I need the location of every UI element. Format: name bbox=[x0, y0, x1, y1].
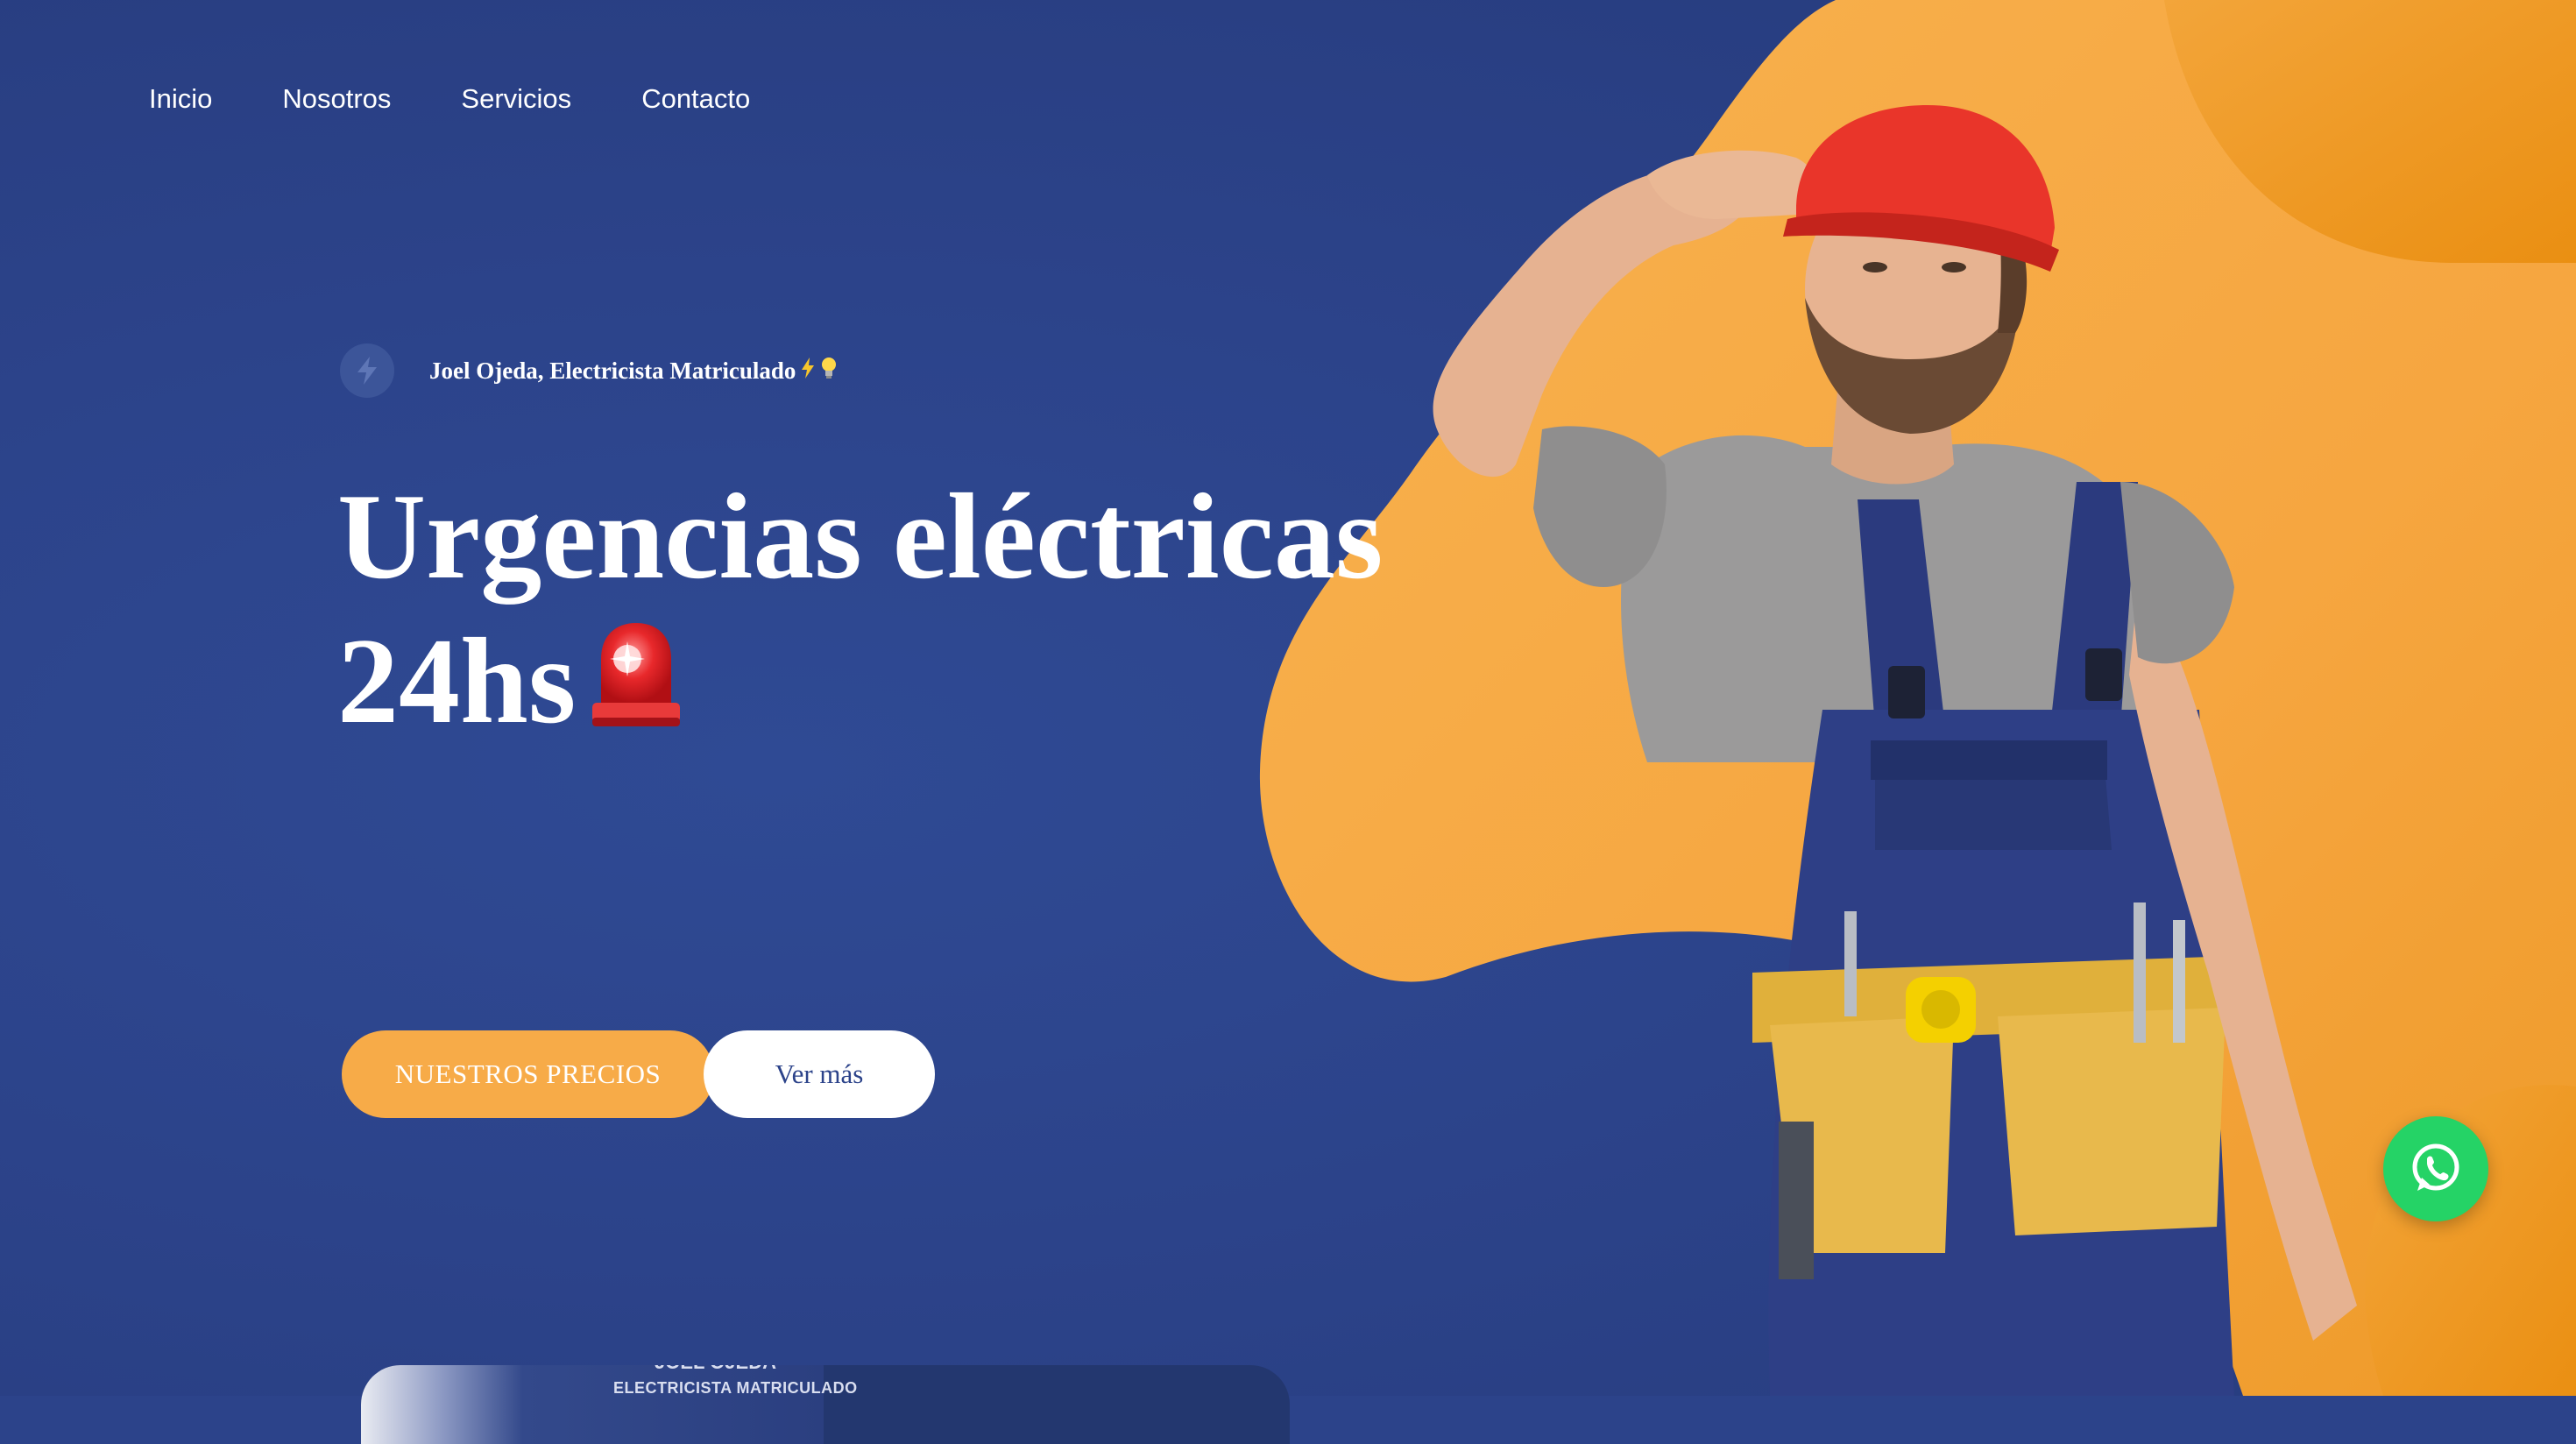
ver-mas-button[interactable]: Ver más bbox=[704, 1030, 935, 1118]
bulb-emoji-icon bbox=[820, 356, 838, 386]
headline-line-2: 24hs bbox=[337, 613, 577, 749]
nav-item-contacto: Contacto bbox=[641, 83, 750, 115]
tagline-label: Joel Ojeda, Electricista Matriculado bbox=[429, 357, 796, 384]
preview-thumbnail bbox=[361, 1365, 824, 1444]
lightning-emoji-icon bbox=[799, 357, 817, 386]
preview-title: ELECTRICISTA MATRICULADO bbox=[613, 1379, 858, 1397]
nuestros-precios-button[interactable]: NUESTROS PRECIOS bbox=[342, 1030, 714, 1118]
nav-link-servicios[interactable]: Servicios bbox=[461, 83, 571, 114]
electrician-worker-image bbox=[1433, 105, 2357, 1396]
hero-headline: Urgencias eléctricas 24hs bbox=[337, 464, 1383, 754]
headline-line-2-wrap: 24hs bbox=[337, 609, 1383, 754]
whatsapp-icon bbox=[2412, 1143, 2459, 1191]
nav-item-nosotros: Nosotros bbox=[282, 83, 391, 115]
nav-link-nosotros[interactable]: Nosotros bbox=[282, 83, 391, 114]
rotating-light-icon bbox=[592, 622, 681, 726]
lightning-bolt-icon bbox=[340, 343, 394, 398]
preview-card: JOEL OJEDA ELECTRICISTA MATRICULADO bbox=[361, 1365, 1290, 1444]
headline-line-1: Urgencias eléctricas bbox=[337, 469, 1384, 605]
hero-buttons: NUESTROS PRECIOS Ver más bbox=[342, 1030, 935, 1118]
main-navigation: Inicio Nosotros Servicios Contacto bbox=[149, 83, 750, 115]
nav-link-inicio[interactable]: Inicio bbox=[149, 83, 212, 114]
nav-item-servicios: Servicios bbox=[461, 83, 571, 115]
whatsapp-button[interactable] bbox=[2383, 1116, 2488, 1221]
hero-tagline: Joel Ojeda, Electricista Matriculado bbox=[340, 343, 838, 398]
nav-item-inicio: Inicio bbox=[149, 83, 212, 115]
tagline-text-wrap: Joel Ojeda, Electricista Matriculado bbox=[429, 356, 838, 386]
nav-link-contacto[interactable]: Contacto bbox=[641, 83, 750, 114]
preview-name: JOEL OJEDA bbox=[655, 1365, 776, 1374]
